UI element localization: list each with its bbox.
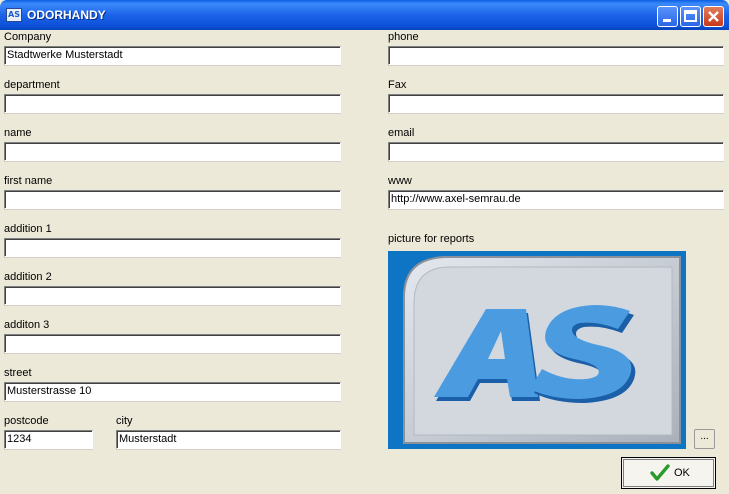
email-field[interactable] [388, 142, 724, 161]
postcode-label: postcode [4, 415, 49, 427]
close-icon [708, 11, 719, 22]
ok-button[interactable]: OK [621, 457, 716, 489]
as-logo-image [388, 251, 686, 449]
window-title: ODORHANDY [27, 8, 106, 22]
email-label: email [388, 127, 415, 139]
phone-label: phone [388, 31, 419, 43]
street-field[interactable]: Musterstrasse 10 [4, 382, 341, 401]
maximize-button[interactable] [680, 6, 701, 27]
title-bar[interactable]: AS ODORHANDY [0, 0, 729, 30]
addition1-label: addition 1 [4, 223, 52, 235]
name-field[interactable] [4, 142, 341, 161]
ok-label: OK [674, 467, 690, 479]
addition2-label: addition 2 [4, 271, 52, 283]
close-button[interactable] [703, 6, 724, 27]
phone-field[interactable] [388, 46, 724, 65]
addition2-field[interactable] [4, 286, 341, 305]
minimize-icon [663, 19, 671, 22]
name-label: name [4, 127, 32, 139]
report-picture [388, 251, 686, 449]
minimize-button[interactable] [657, 6, 678, 27]
fax-label: Fax [388, 79, 407, 91]
department-field[interactable] [4, 94, 341, 113]
addition3-label: additon 3 [4, 319, 50, 331]
company-field[interactable]: Stadtwerke Musterstadt [4, 46, 341, 65]
checkmark-icon [650, 464, 670, 481]
www-label: www [388, 175, 412, 187]
app-icon: AS [6, 8, 22, 22]
department-label: department [4, 79, 60, 91]
browse-picture-button[interactable]: ... [694, 429, 715, 449]
city-label: city [116, 415, 133, 427]
street-label: street [4, 367, 32, 379]
odorhandy-window: AS ODORHANDY Company Stadtwerke Musterst… [0, 0, 729, 494]
first-name-field[interactable] [4, 190, 341, 209]
first-name-label: first name [4, 175, 53, 187]
company-label: Company [4, 31, 52, 43]
addition3-field[interactable] [4, 334, 341, 353]
postcode-field[interactable]: 1234 [4, 430, 93, 449]
addition1-field[interactable] [4, 238, 341, 257]
fax-field[interactable] [388, 94, 724, 113]
city-field[interactable]: Musterstadt [116, 430, 341, 449]
maximize-icon [684, 10, 697, 22]
picture-label: picture for reports [388, 233, 475, 245]
www-field[interactable]: http://www.axel-semrau.de [388, 190, 724, 209]
